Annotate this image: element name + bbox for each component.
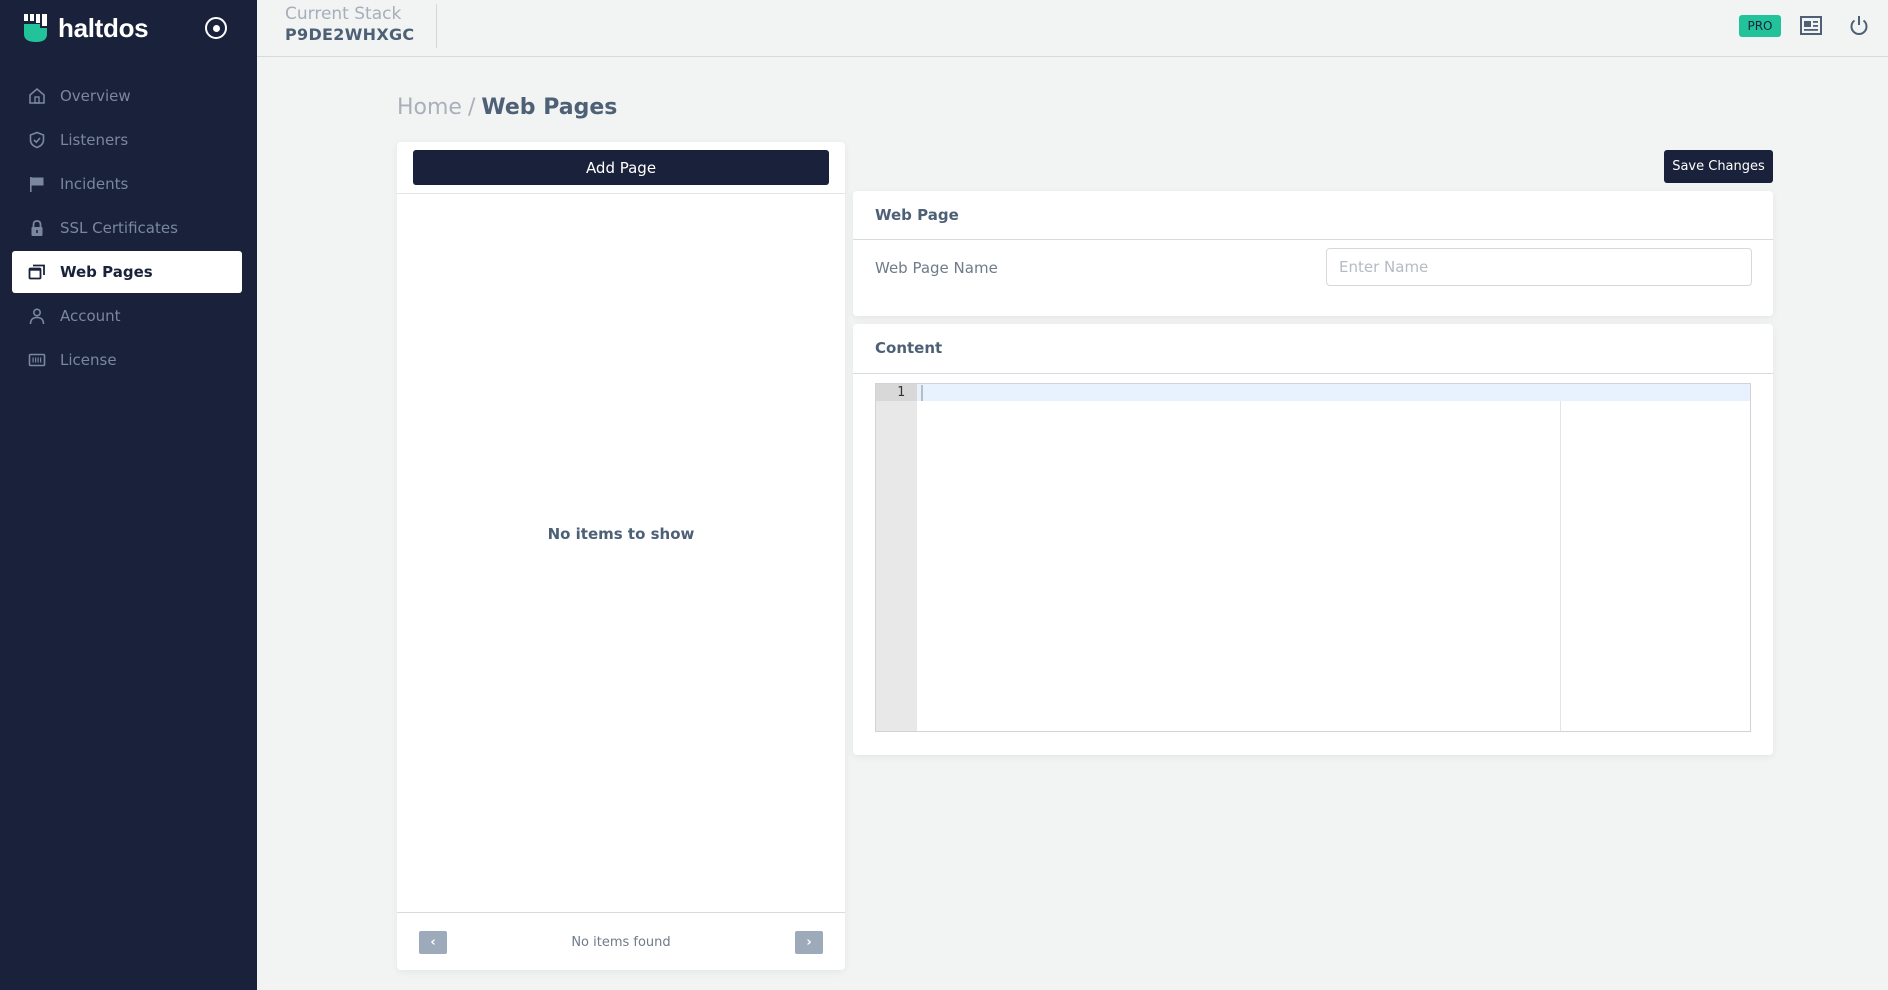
brand-logo[interactable]: haltdos (22, 10, 149, 46)
web-page-name-input[interactable] (1326, 248, 1752, 286)
divider (397, 193, 845, 194)
sidebar-item-overview[interactable]: Overview (12, 75, 242, 117)
web-page-card: Web Page Web Page Name (853, 191, 1773, 316)
sidebar: haltdos Overview Listeners Incidents SSL… (0, 0, 257, 990)
breadcrumb-separator: / (467, 95, 476, 120)
breadcrumb: Home / Web Pages (397, 95, 617, 120)
sidebar-item-label: Account (60, 307, 121, 325)
card-title: Content (875, 339, 943, 357)
sidebar-item-label: Overview (60, 87, 131, 105)
empty-list-message: No items to show (547, 525, 695, 543)
user-icon (28, 307, 46, 325)
news-icon[interactable] (1798, 13, 1824, 39)
windows-icon (28, 263, 46, 281)
sidebar-item-label: Listeners (60, 131, 129, 149)
next-page-button[interactable]: › (795, 931, 823, 954)
print-margin (1560, 401, 1561, 731)
card-title: Web Page (875, 206, 959, 224)
sidebar-item-listeners[interactable]: Listeners (12, 119, 242, 161)
stack-value: P9DE2WHXGC (285, 25, 415, 44)
code-editor[interactable]: 1 (875, 383, 1751, 732)
text-cursor (921, 385, 923, 401)
active-line-highlight (917, 384, 1750, 401)
shield-check-icon (28, 131, 46, 149)
add-page-button[interactable]: Add Page (413, 150, 829, 185)
web-page-name-label: Web Page Name (875, 259, 998, 277)
sidebar-nav: Overview Listeners Incidents SSL Certifi… (12, 75, 242, 383)
sidebar-item-incidents[interactable]: Incidents (12, 163, 242, 205)
divider (853, 239, 1773, 240)
current-stack[interactable]: Current Stack P9DE2WHXGC (285, 4, 438, 48)
sidebar-item-label: License (60, 351, 117, 369)
sidebar-item-label: Web Pages (60, 263, 153, 281)
sidebar-item-label: Incidents (60, 175, 129, 193)
power-icon[interactable] (1846, 13, 1872, 39)
flag-icon (28, 175, 46, 193)
web-pages-list-panel: Add Page No items to show ‹ No items fou… (397, 142, 845, 970)
brand-name: haltdos (58, 12, 149, 43)
chevron-right-icon: › (806, 935, 812, 950)
lock-icon (28, 219, 46, 237)
home-icon (28, 87, 46, 105)
save-changes-button[interactable]: Save Changes (1664, 150, 1773, 183)
sidebar-item-license[interactable]: License (12, 339, 242, 381)
page-title: Web Pages (481, 95, 618, 120)
pager-status: No items found (571, 935, 671, 950)
sidebar-item-web-pages[interactable]: Web Pages (12, 251, 242, 293)
stack-label: Current Stack (285, 4, 402, 24)
sidebar-item-account[interactable]: Account (12, 295, 242, 337)
line-number: 1 (897, 385, 905, 400)
target-icon (212, 24, 220, 32)
license-icon (28, 351, 46, 369)
divider (397, 912, 845, 913)
divider (853, 373, 1773, 374)
sidebar-item-ssl-certificates[interactable]: SSL Certificates (12, 207, 242, 249)
plan-badge: PRO (1739, 15, 1781, 37)
content-card: Content 1 (853, 324, 1773, 755)
haltdos-logo-icon (22, 12, 50, 44)
breadcrumb-home[interactable]: Home (397, 95, 462, 120)
top-header: Current Stack P9DE2WHXGC PRO (257, 0, 1888, 57)
sidebar-item-label: SSL Certificates (60, 219, 178, 237)
sidebar-toggle-button[interactable] (205, 17, 227, 39)
editor-gutter (876, 384, 917, 731)
